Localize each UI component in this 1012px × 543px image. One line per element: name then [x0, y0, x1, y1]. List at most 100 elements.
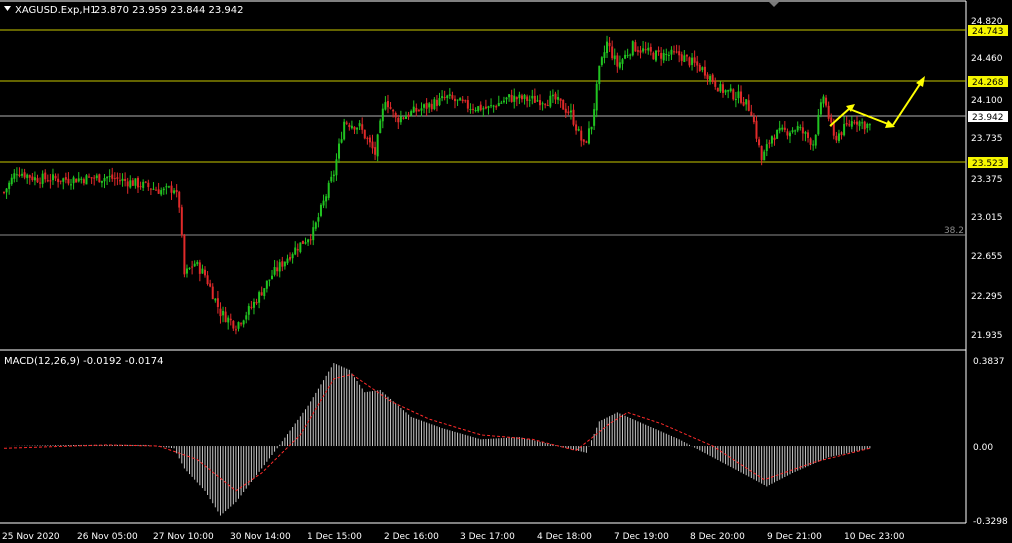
candle-body — [374, 147, 377, 155]
candle-body — [358, 123, 361, 127]
candle-body — [343, 121, 346, 140]
candle-body — [193, 263, 196, 267]
candle-body — [500, 102, 503, 104]
price-chart[interactable]: XAGUSD.Exp,H1 23.870 23.959 23.844 23.94… — [0, 0, 1012, 543]
candle-body — [853, 122, 856, 124]
candle-body — [801, 127, 804, 134]
candle-body — [368, 137, 371, 143]
candle-body — [459, 98, 462, 101]
candle-body — [446, 95, 449, 99]
candle-body — [271, 275, 274, 279]
macd-tick-bottom: -0.3298 — [973, 517, 1008, 527]
candle-body — [866, 123, 869, 129]
time-label: 4 Dec 18:00 — [537, 532, 592, 542]
candle-body — [590, 126, 593, 130]
candle-body — [863, 121, 866, 130]
candle-body — [162, 188, 165, 191]
candle-body — [237, 322, 240, 329]
candle-body — [307, 239, 310, 243]
candle-body — [155, 189, 158, 191]
candle-body — [206, 275, 209, 284]
candle-body — [624, 54, 627, 59]
candle-body — [338, 143, 341, 159]
candle-body — [57, 178, 60, 183]
candle-body — [448, 94, 451, 96]
candle-body — [709, 76, 712, 81]
candle-body — [721, 84, 724, 93]
candle-body — [830, 117, 833, 123]
candle-body — [675, 51, 678, 53]
candle-body — [482, 108, 485, 110]
macd-tick-zero: 0.00 — [973, 443, 993, 453]
candle-body — [289, 256, 292, 260]
macd-tick-top: 0.3837 — [973, 357, 1005, 367]
candle-body — [794, 130, 797, 132]
candle-body — [216, 298, 219, 308]
candle-body — [698, 65, 701, 72]
candle-body — [381, 108, 384, 122]
candle-body — [36, 178, 39, 183]
candle-body — [855, 121, 858, 125]
candle-body — [185, 268, 188, 274]
candle-body — [719, 84, 722, 92]
candle-body — [268, 279, 271, 281]
time-label: 3 Dec 17:00 — [460, 532, 515, 542]
candle-body — [335, 159, 338, 176]
price-tick: 24.460 — [971, 54, 1003, 64]
candle-body — [407, 114, 410, 117]
candle-body — [740, 91, 743, 103]
candle-body — [490, 105, 493, 107]
candle-body — [51, 174, 54, 181]
candle-body — [420, 108, 423, 111]
candle-body — [441, 96, 444, 99]
time-label: 30 Nov 14:00 — [230, 532, 291, 542]
candle-body — [683, 55, 686, 62]
candle-body — [170, 185, 173, 193]
candle-body — [116, 177, 119, 179]
fibonacci-level-label: 38.2 — [944, 226, 964, 236]
candle-body — [474, 110, 477, 112]
candle-body — [386, 100, 389, 108]
candle-body — [49, 180, 52, 182]
candle-body — [631, 41, 634, 56]
candle-body — [438, 98, 441, 106]
candle-body — [23, 172, 26, 178]
candle-body — [134, 178, 137, 186]
candle-body — [770, 136, 773, 144]
candle-body — [636, 50, 639, 52]
candle-body — [523, 94, 526, 99]
candle-body — [526, 96, 529, 101]
candle-body — [642, 48, 645, 52]
candle-body — [804, 132, 807, 134]
candle-body — [258, 292, 261, 303]
time-label: 25 Nov 2020 — [2, 532, 60, 542]
candle-body — [660, 52, 663, 59]
candle-body — [680, 54, 683, 61]
candle-body — [8, 182, 11, 189]
candle-body — [536, 100, 539, 102]
candle-body — [178, 191, 181, 208]
candle-body — [776, 129, 779, 139]
candle-body — [85, 175, 88, 185]
candle-body — [149, 188, 152, 190]
candle-body — [814, 134, 817, 146]
candle-body — [286, 258, 289, 264]
candle-body — [417, 110, 420, 112]
candle-body — [469, 108, 472, 111]
candle-body — [234, 329, 237, 331]
candle-body — [319, 204, 322, 216]
candle-body — [647, 47, 650, 51]
candle-body — [505, 97, 508, 100]
candle-body — [768, 142, 771, 144]
candle-body — [82, 179, 85, 184]
time-label: 1 Dec 15:00 — [307, 532, 362, 542]
candle-body — [294, 247, 297, 255]
candle-body — [250, 306, 253, 308]
candle-body — [353, 126, 356, 130]
candle-body — [495, 106, 498, 108]
candle-body — [502, 100, 505, 103]
candle-body — [670, 49, 673, 55]
candle-body — [600, 57, 603, 65]
candle-body — [31, 176, 34, 181]
candle-body — [477, 106, 480, 112]
